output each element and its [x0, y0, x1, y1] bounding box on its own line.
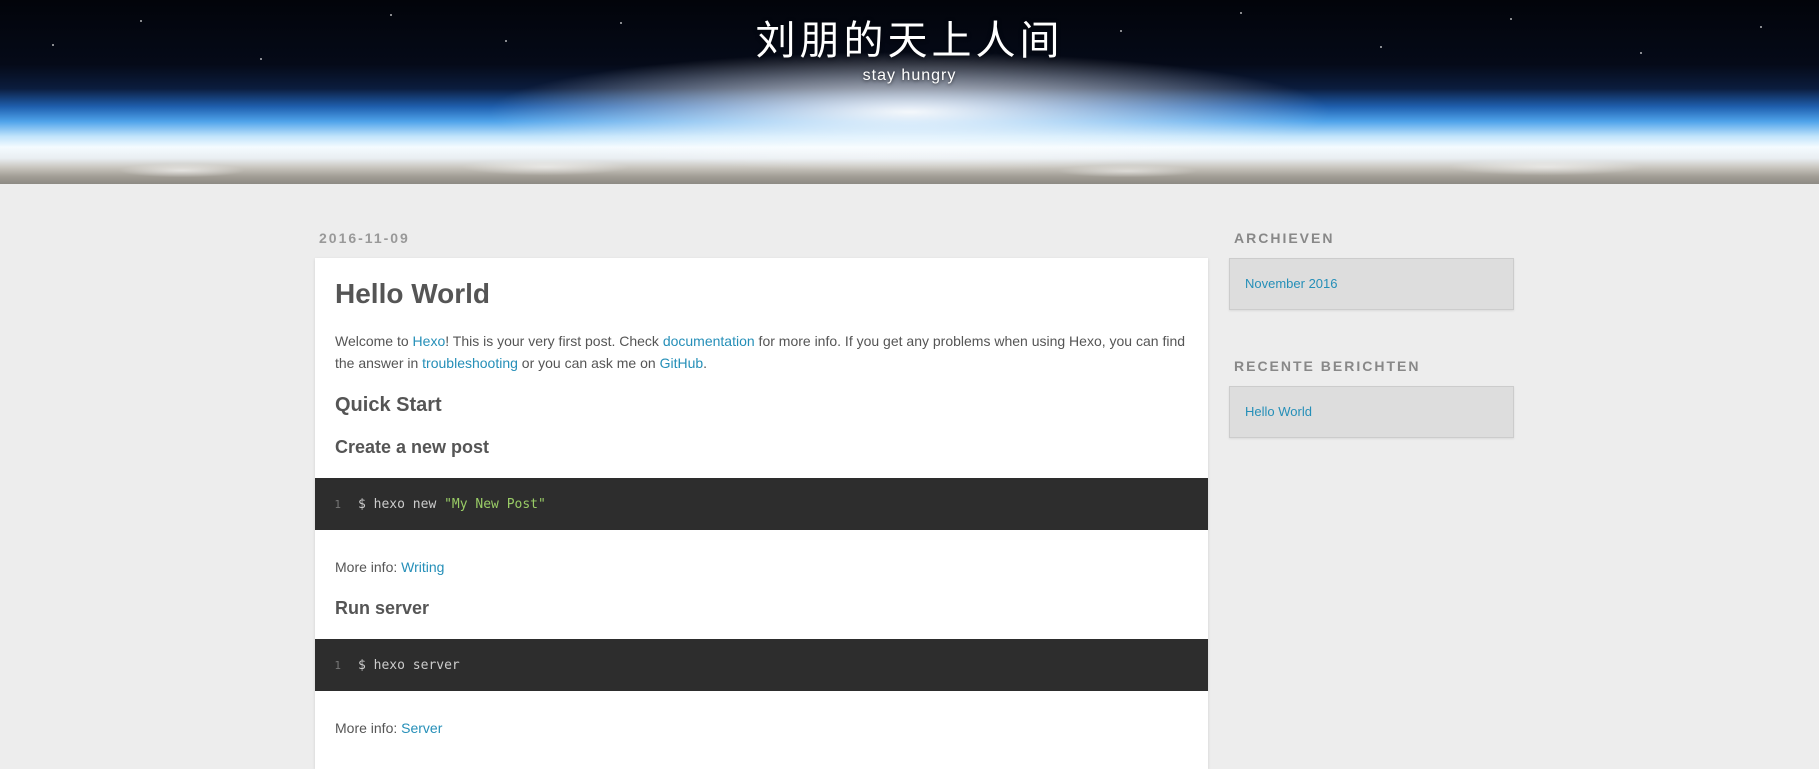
recent-posts-widget-title: RECENTE BERICHTEN: [1234, 358, 1421, 374]
cloud-band: [0, 150, 1819, 184]
github-link[interactable]: GitHub: [660, 355, 704, 371]
intro-paragraph: Welcome to Hexo! This is your very first…: [335, 330, 1188, 374]
post-date[interactable]: 2016-11-09: [319, 230, 1208, 246]
more-info-paragraph: More info: Writing: [335, 556, 1188, 578]
intro-text: ! This is your very first post. Check: [445, 333, 663, 349]
code-block: 1 $ hexo new "My New Post": [315, 478, 1208, 530]
code-string: "My New Post": [444, 496, 546, 512]
code-command: $ hexo new: [358, 496, 445, 512]
archive-link-november-2016[interactable]: November 2016: [1245, 276, 1338, 291]
archives-widget: November 2016: [1229, 258, 1514, 310]
quick-start-heading: Quick Start: [335, 394, 442, 416]
post-title[interactable]: Hello World: [335, 278, 1188, 310]
server-link[interactable]: Server: [401, 720, 442, 736]
code-block: 1 $ hexo server: [315, 639, 1208, 691]
post-article: Hello World Welcome to Hexo! This is you…: [315, 258, 1208, 769]
header-banner: 刘朋的天上人间 stay hungry: [0, 0, 1819, 184]
recent-post-link-hello-world[interactable]: Hello World: [1245, 404, 1312, 419]
hexo-link[interactable]: Hexo: [413, 333, 446, 349]
section-heading: Create a new post: [335, 437, 490, 457]
site-subtitle: stay hungry: [862, 67, 957, 84]
site-title[interactable]: 刘朋的天上人间: [0, 8, 1819, 66]
sidebar: ARCHIEVEN November 2016 RECENTE BERICHTE…: [1229, 230, 1514, 486]
archives-widget-title: ARCHIEVEN: [1234, 230, 1335, 246]
intro-text: .: [703, 355, 708, 371]
section-heading: Run server: [335, 598, 430, 618]
code-command: $ hexo server: [358, 657, 460, 673]
writing-link[interactable]: Writing: [401, 559, 444, 575]
documentation-link[interactable]: documentation: [663, 333, 755, 349]
code-line-number: 1: [334, 497, 341, 511]
main-content: 2016-11-09 Hello World Welcome to Hexo! …: [315, 230, 1208, 769]
troubleshooting-link[interactable]: troubleshooting: [422, 355, 518, 371]
intro-text: or you can ask me on: [517, 355, 660, 371]
more-info-paragraph: More info: Server: [335, 717, 1188, 739]
more-info-label: More info:: [335, 720, 402, 736]
more-info-label: More info:: [335, 559, 402, 575]
intro-text: Welcome to: [335, 333, 413, 349]
code-line-number: 1: [334, 658, 341, 672]
recent-posts-widget: Hello World: [1229, 386, 1514, 438]
